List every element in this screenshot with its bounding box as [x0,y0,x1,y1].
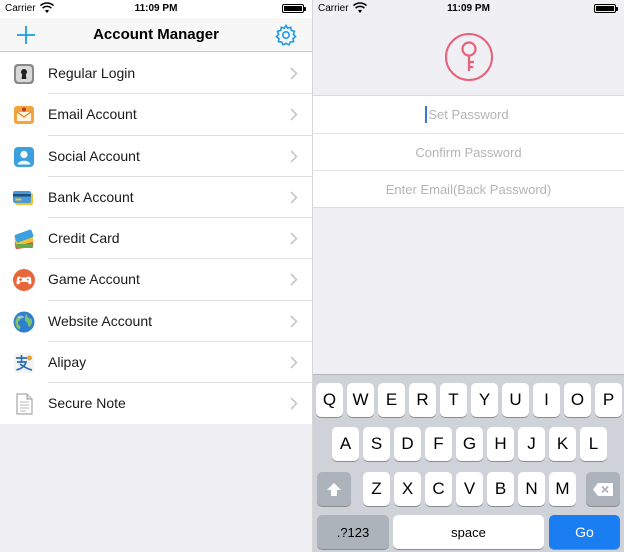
key-m[interactable]: M [549,472,576,506]
list-item-regular-login[interactable]: Regular Login [0,53,312,95]
key-v[interactable]: V [456,472,483,506]
gamepad-icon [13,269,35,292]
space-key[interactable]: space [393,515,544,549]
key-g[interactable]: G [456,427,483,461]
list-item-label: Social Account [48,147,140,164]
key-z[interactable]: Z [363,472,390,506]
keyboard: QWERTYUIOP ASDFGHJKL ZXCVBNM .?123 space… [313,374,624,552]
keyboard-row-3: ZXCVBNM [313,472,624,506]
list-item-email-account[interactable]: Email Account [0,94,312,136]
chevron-right-icon [290,150,298,163]
email-row [313,170,624,207]
key-a[interactable]: A [332,427,359,461]
backspace-key[interactable] [586,472,620,506]
envelope-icon [14,106,34,125]
key-n[interactable]: N [518,472,545,506]
list-item-label: Secure Note [48,395,126,412]
list-item-label: Credit Card [48,230,120,247]
key-p[interactable]: P [595,383,622,417]
list-item-label: Regular Login [48,65,136,81]
key-c[interactable]: C [425,472,452,506]
key-j[interactable]: J [518,427,545,461]
go-key[interactable]: Go [549,515,620,549]
key-l[interactable]: L [580,427,607,461]
list-item-credit-card[interactable]: Credit Card [0,218,312,260]
list-item-secure-note[interactable]: Secure Note [0,383,312,425]
confirm-password-field[interactable] [313,134,624,170]
key-e[interactable]: E [378,383,405,417]
set-password-screen: Carrier 11:09 PM QWERTYUIOP ASDFGHJKL [313,0,624,552]
backup-email-field[interactable] [313,171,624,207]
list-item-website-account[interactable]: Website Account [0,301,312,343]
confirm-password-row [313,133,624,170]
key-r[interactable]: R [409,383,436,417]
list-item-alipay[interactable]: Alipay [0,342,312,384]
keyboard-row-4: .?123 space Go [313,515,624,549]
list-item-bank-account[interactable]: Bank Account [0,177,312,219]
set-password-row [313,96,624,133]
chevron-right-icon [290,315,298,328]
chevron-right-icon [290,108,298,121]
keyboard-row-1: QWERTYUIOP [313,383,624,417]
key-f[interactable]: F [425,427,452,461]
numbers-key[interactable]: .?123 [317,515,389,549]
list-item-game-account[interactable]: Game Account [0,259,312,302]
key-x[interactable]: X [394,472,421,506]
keyboard-row-2: ASDFGHJKL [313,427,624,461]
text-cursor [425,106,427,123]
alipay-icon [14,353,34,374]
password-form [313,95,624,208]
key-h[interactable]: H [487,427,514,461]
list-item-social-account[interactable]: Social Account [0,136,312,178]
shift-icon [327,482,341,496]
globe-icon [13,311,35,333]
key-k[interactable]: K [549,427,576,461]
chevron-right-icon [290,232,298,245]
chevron-right-icon [290,273,298,287]
status-time: 11:09 PM [134,3,178,14]
key-icon [445,33,493,81]
account-type-list: Regular Login Email Account Social Accou… [0,53,312,425]
bank-card-icon [13,190,33,205]
backspace-icon [593,482,613,496]
shift-key[interactable] [317,472,351,506]
list-empty-area [0,424,312,552]
key-b[interactable]: B [487,472,514,506]
nav-bar: Account Manager [0,18,312,52]
gear-icon[interactable] [274,23,298,47]
key-q[interactable]: Q [316,383,343,417]
battery-icon [282,4,306,13]
account-manager-screen: Carrier 11:09 PM Account Manager Regular… [0,0,312,552]
chevron-right-icon [290,397,298,410]
battery-icon [594,4,618,13]
list-item-label: Email Account [48,106,137,123]
key-i[interactable]: I [533,383,560,417]
keyhole-icon [14,64,34,84]
list-item-label: Game Account [48,271,140,288]
key-s[interactable]: S [363,427,390,461]
key-y[interactable]: Y [471,383,498,417]
key-d[interactable]: D [394,427,421,461]
credit-cards-icon [14,229,34,250]
key-w[interactable]: W [347,383,374,417]
key-o[interactable]: O [564,383,591,417]
status-time: 11:09 PM [447,3,490,14]
list-item-label: Bank Account [48,188,134,205]
set-password-field[interactable] [313,96,624,133]
list-item-label: Alipay [48,354,87,371]
list-item-label: Website Account [48,312,153,329]
page-title: Account Manager [93,26,219,43]
person-icon [14,146,34,167]
chevron-right-icon [290,356,298,369]
status-bar: Carrier 11:09 PM [313,0,624,18]
key-u[interactable]: U [502,383,529,417]
key-t[interactable]: T [440,383,467,417]
note-icon [16,393,33,415]
chevron-right-icon [290,67,298,80]
chevron-right-icon [290,191,298,204]
status-bar: Carrier 11:09 PM [0,0,312,18]
